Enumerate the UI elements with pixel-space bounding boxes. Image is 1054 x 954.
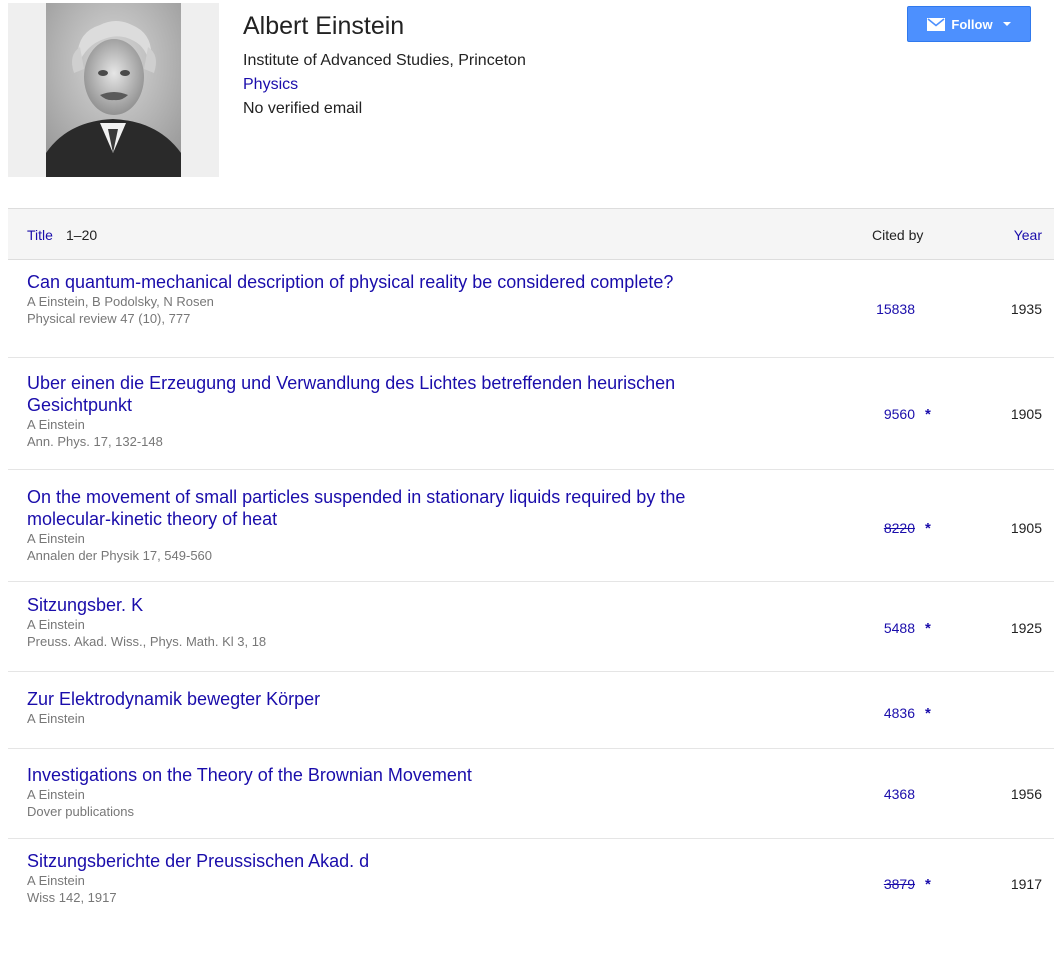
publication-venue: Ann. Phys. 17, 132-148 (27, 434, 163, 449)
cited-by-number[interactable]: 4368 (863, 786, 915, 802)
publication-title[interactable]: Sitzungsber. K (27, 594, 754, 616)
star-icon: * (925, 520, 931, 537)
mail-icon (927, 17, 946, 31)
cited-by-count[interactable]: 5488 * (863, 620, 943, 637)
publication-title[interactable]: Uber einen die Erzeugung und Verwandlung… (27, 372, 754, 416)
cited-by-count[interactable]: 15838 (863, 301, 943, 317)
result-range: 1–20 (66, 227, 98, 243)
publication-title[interactable]: Sitzungsberichte der Preussischen Akad. … (27, 850, 754, 872)
follow-button-label: Follow (951, 16, 993, 32)
cited-by-number[interactable]: 15838 (863, 301, 915, 317)
cited-by-count[interactable]: 9560 * (863, 406, 943, 423)
table-row: Investigations on the Theory of the Brow… (8, 749, 1054, 839)
publication-venue: Preuss. Akad. Wiss., Phys. Math. Kl 3, 1… (27, 634, 267, 649)
cited-by-number[interactable]: 5488 (863, 620, 915, 636)
publication-year: 1956 (1010, 786, 1042, 802)
cited-by-count[interactable]: 3879 * (863, 876, 943, 893)
publication-venue: Wiss 142, 1917 (27, 890, 117, 905)
table-row: On the movement of small particles suspe… (8, 470, 1054, 582)
cited-by-count[interactable]: 4836 * (863, 705, 943, 722)
publications-table: Title 1–20 Cited by Year Can quantum-mec… (8, 208, 1054, 927)
publication-venue: Annalen der Physik 17, 549-560 (27, 548, 213, 563)
star-icon: * (925, 705, 931, 722)
cited-by-number[interactable]: 9560 (863, 406, 915, 422)
cited-by-count[interactable]: 8220 * (863, 520, 943, 537)
publication-authors: A Einstein (27, 711, 85, 726)
publication-authors: A Einstein (27, 617, 85, 632)
publication-authors: A Einstein (27, 787, 85, 802)
publication-year: 1935 (1010, 301, 1042, 317)
table-row: Can quantum-mechanical description of ph… (8, 260, 1054, 358)
publication-year: 1917 (1010, 876, 1042, 892)
publication-title[interactable]: On the movement of small particles suspe… (27, 486, 754, 530)
publication-title[interactable]: Investigations on the Theory of the Brow… (27, 764, 754, 786)
publication-title[interactable]: Zur Elektrodynamik bewegter Körper (27, 688, 754, 710)
star-icon: * (925, 876, 931, 893)
star-icon: * (925, 620, 931, 637)
profile-name: Albert Einstein (243, 12, 405, 40)
publication-venue: Dover publications (27, 804, 134, 819)
sort-by-title[interactable]: Title (27, 227, 53, 243)
profile-info: Albert Einstein Institute of Advanced St… (243, 10, 526, 120)
cited-by-number[interactable]: 4836 (863, 705, 915, 721)
follow-button[interactable]: Follow (907, 6, 1031, 42)
caret-down-icon (1002, 22, 1011, 26)
table-row: Sitzungsberichte der Preussischen Akad. … (8, 839, 1054, 927)
publication-authors: A Einstein (27, 873, 85, 888)
publication-year: 1905 (1010, 520, 1042, 536)
cited-by-count[interactable]: 4368 (863, 786, 943, 802)
cited-by-number[interactable]: 8220 (863, 520, 915, 536)
sort-by-citations[interactable]: Cited by (872, 227, 923, 243)
publication-year: 1905 (1010, 406, 1042, 422)
profile-photo (8, 3, 219, 177)
publication-title[interactable]: Can quantum-mechanical description of ph… (27, 271, 754, 293)
profile-header: Albert Einstein Institute of Advanced St… (0, 0, 1054, 200)
profile-field-link[interactable]: Physics (243, 74, 298, 96)
sort-by-year[interactable]: Year (1014, 227, 1042, 243)
table-header: Title 1–20 Cited by Year (8, 208, 1054, 260)
star-icon: * (925, 406, 931, 423)
publication-year: 1925 (1010, 620, 1042, 636)
publication-authors: A Einstein, B Podolsky, N Rosen (27, 294, 214, 309)
publication-authors: A Einstein (27, 417, 85, 432)
table-row: Sitzungsber. K A Einstein Preuss. Akad. … (8, 582, 1054, 672)
table-row: Uber einen die Erzeugung und Verwandlung… (8, 358, 1054, 470)
profile-email-status: No verified email (243, 100, 363, 117)
cited-by-number[interactable]: 3879 (863, 876, 915, 892)
publication-authors: A Einstein (27, 531, 85, 546)
publication-venue: Physical review 47 (10), 777 (27, 311, 191, 326)
profile-affiliation: Institute of Advanced Studies, Princeton (243, 52, 526, 69)
table-row: Zur Elektrodynamik bewegter Körper A Ein… (8, 672, 1054, 749)
